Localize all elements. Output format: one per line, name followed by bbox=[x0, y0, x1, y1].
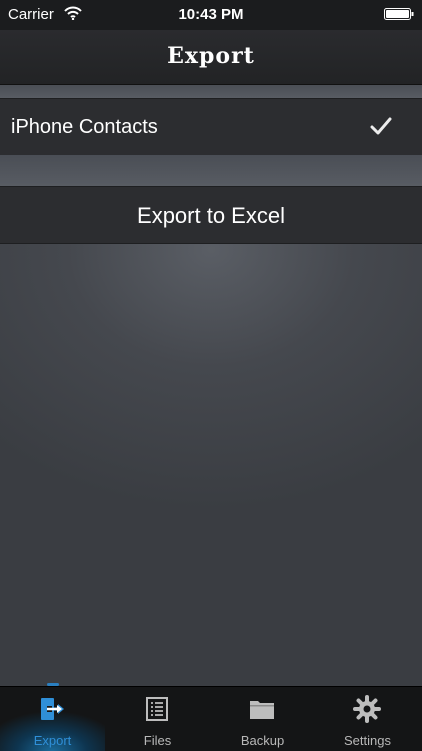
tab-settings[interactable]: Settings bbox=[315, 687, 422, 751]
gear-icon bbox=[353, 695, 381, 723]
source-iphone-contacts-row[interactable]: iPhone Contacts bbox=[0, 98, 422, 156]
checkmark-icon bbox=[370, 117, 392, 135]
section-spacer bbox=[0, 85, 422, 98]
page-title: Export bbox=[167, 43, 255, 69]
tab-backup[interactable]: Backup bbox=[210, 687, 315, 751]
tab-files[interactable]: Files bbox=[105, 687, 210, 751]
navigation-bar: Export bbox=[0, 30, 422, 85]
folder-icon bbox=[250, 701, 274, 719]
status-time: 10:43 PM bbox=[178, 6, 244, 23]
tab-label: Backup bbox=[240, 733, 285, 748]
export-to-excel-button[interactable]: Export to Excel bbox=[0, 186, 422, 244]
app-screen: Carrier 10:43 PM Export iPhone Contacts … bbox=[0, 0, 422, 751]
tab-label: Files bbox=[143, 733, 172, 748]
tab-export[interactable]: Export bbox=[0, 683, 105, 751]
tab-bar: Export Files Backup Settings bbox=[0, 683, 422, 751]
tab-label: Settings bbox=[344, 733, 391, 748]
source-label: iPhone Contacts bbox=[11, 116, 158, 138]
section-spacer bbox=[0, 155, 422, 186]
list-icon bbox=[146, 697, 168, 721]
tab-label: Export bbox=[33, 733, 72, 748]
active-tab-indicator bbox=[47, 683, 59, 686]
export-button-label: Export to Excel bbox=[137, 203, 285, 228]
battery-icon bbox=[384, 8, 414, 20]
status-bar: Carrier 10:43 PM bbox=[0, 0, 422, 30]
export-icon bbox=[41, 698, 64, 720]
